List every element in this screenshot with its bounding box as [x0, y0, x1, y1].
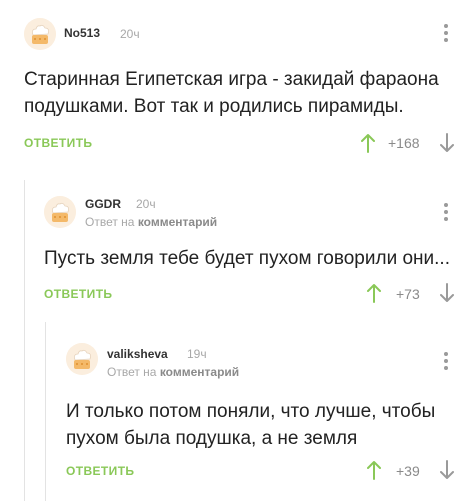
comment-text: И только потом поняли, что лучше, чтобы …: [66, 398, 435, 452]
username[interactable]: No513: [64, 26, 100, 40]
reply-button[interactable]: ответить: [66, 464, 134, 478]
comment-text-line: Пусть земля тебе будет пухом говорили он…: [44, 248, 450, 269]
rating: +39: [396, 463, 420, 479]
username[interactable]: valiksheva: [107, 347, 168, 361]
chef-avatar-icon: [24, 18, 56, 50]
reply-to-info: Ответ на комментарий: [107, 365, 239, 379]
chef-avatar-icon: [44, 196, 76, 228]
comment-text-line: И только потом поняли, что лучше, чтобы: [66, 401, 436, 422]
username[interactable]: GGDR: [85, 197, 121, 211]
comment-text: Пусть земля тебе будет пухом говорили он…: [44, 245, 450, 272]
rating: +168: [388, 135, 420, 151]
reply-to-info: Ответ на комментарий: [85, 215, 217, 229]
reply-to-prefix: Ответ на: [107, 365, 157, 379]
avatar[interactable]: [44, 196, 76, 228]
reply-to-link[interactable]: комментарий: [160, 365, 239, 379]
avatar[interactable]: [66, 343, 98, 375]
comment-text: Старинная Египетская игра - закидай фара…: [24, 66, 439, 120]
arrow-up-icon[interactable]: [367, 283, 381, 303]
arrow-up-icon[interactable]: [361, 133, 375, 153]
reply-to-prefix: Ответ на: [85, 215, 135, 229]
arrow-down-icon[interactable]: [440, 283, 454, 303]
comment-text-line: Старинная Египетская игра - закидай фара…: [24, 69, 439, 90]
thread-line-level-1: [24, 180, 25, 501]
rating: +73: [396, 286, 420, 302]
more-vertical-icon[interactable]: [444, 203, 448, 221]
comment-time: 20ч: [136, 197, 156, 211]
comment-time: 20ч: [120, 27, 140, 41]
comment-text-line: пухом была подушка, а не земля: [66, 428, 358, 449]
reply-button[interactable]: ответить: [44, 287, 112, 301]
arrow-up-icon[interactable]: [367, 460, 381, 480]
more-vertical-icon[interactable]: [444, 352, 448, 370]
reply-button[interactable]: ответить: [24, 136, 92, 150]
comment-text-line: подушками. Вот так и родились пирамиды.: [24, 96, 404, 117]
arrow-down-icon[interactable]: [440, 133, 454, 153]
reply-to-link[interactable]: комментарий: [138, 215, 217, 229]
arrow-down-icon[interactable]: [440, 460, 454, 480]
avatar[interactable]: [24, 18, 56, 50]
comment-time: 19ч: [187, 347, 207, 361]
more-vertical-icon[interactable]: [444, 24, 448, 42]
chef-avatar-icon: [66, 343, 98, 375]
thread-line-level-2: [45, 322, 46, 501]
